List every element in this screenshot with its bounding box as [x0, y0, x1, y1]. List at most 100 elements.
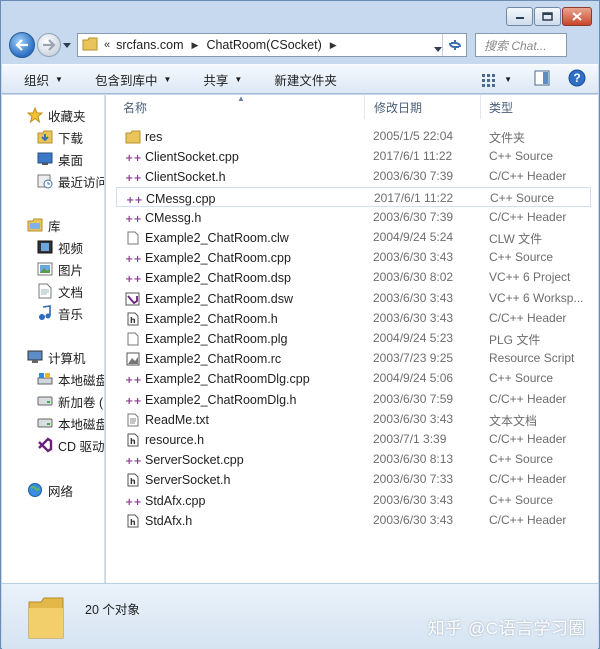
file-name: ServerSocket.cpp: [145, 453, 244, 468]
include-in-library-label: 包含到库中: [94, 73, 158, 88]
file-name-cell: ++ CMessg.h: [125, 210, 201, 226]
column-divider[interactable]: [480, 95, 481, 119]
preview-pane-button[interactable]: [534, 70, 550, 89]
file-row[interactable]: h StdAfx.h 2003/6/30 3:43 C/C++ Header: [116, 510, 591, 530]
svg-text:++: ++: [125, 396, 141, 407]
cpp-file-icon: ++: [125, 210, 141, 226]
file-row[interactable]: h ServerSocket.h 2003/6/30 7:33 C/C++ Heade…: [116, 469, 591, 489]
maximize-button[interactable]: [534, 7, 561, 26]
file-name-cell: ++ Example2_ChatRoom.cpp: [125, 250, 291, 266]
nav-recent[interactable]: 最近访问: [36, 171, 105, 191]
file-row[interactable]: Example2_ChatRoom.plg 2004/9/24 5:23 PLG 文…: [116, 328, 591, 348]
file-type: 文件夹: [489, 131, 526, 145]
file-date: 2004/9/24 5:06: [373, 371, 454, 386]
nav-downloads[interactable]: 下载: [36, 127, 83, 147]
file-row[interactable]: h resource.h 2003/7/1 3:39 C/C++ Header: [116, 429, 591, 449]
nav-pictures[interactable]: 图片: [36, 259, 83, 279]
svg-text:++: ++: [125, 456, 141, 467]
file-row[interactable]: ReadMe.txt 2003/6/30 3:43 文本文档: [116, 409, 591, 429]
header-file-icon: h: [125, 472, 141, 488]
share-menu[interactable]: 共享 ▼: [203, 70, 242, 89]
breadcrumb-item[interactable]: ChatRoom(CSocket): [206, 38, 321, 52]
nav-local-disk-e[interactable]: 本地磁盘: [36, 413, 104, 433]
breadcrumb-item[interactable]: srcfans.com: [116, 38, 183, 52]
svg-text:++: ++: [126, 195, 142, 206]
search-input[interactable]: 搜索 Chat...: [475, 33, 567, 57]
file-name: Example2_ChatRoom.plg: [145, 332, 288, 346]
breadcrumb-overflow[interactable]: «: [104, 39, 110, 51]
address-bar[interactable]: « srcfans.com ▶ ChatRoom(CSocket) ▶: [77, 33, 467, 57]
nav-documents-label: 文档: [58, 285, 84, 300]
include-in-library-menu[interactable]: 包含到库中 ▼: [95, 70, 171, 89]
svg-text:++: ++: [125, 254, 141, 265]
refresh-button[interactable]: [442, 34, 466, 56]
file-row[interactable]: ++ ClientSocket.cpp 2017/6/1 11:22 C++ Sour…: [116, 146, 591, 166]
maximize-icon: [542, 12, 553, 21]
nav-libraries[interactable]: 库: [26, 215, 61, 235]
file-type: 文本文档: [489, 413, 538, 428]
organize-menu[interactable]: 组织 ▼: [24, 70, 63, 89]
file-name: Example2_ChatRoom.h: [145, 311, 278, 326]
svg-text:++: ++: [125, 375, 141, 386]
file-row[interactable]: Example2_ChatRoom.rc 2003/7/23 9:25 Resour…: [116, 348, 591, 368]
file-date: 2005/1/5 22:04: [373, 129, 454, 143]
file-row[interactable]: ++ ClientSocket.h 2003/6/30 7:39 C/C++ Head…: [116, 166, 591, 186]
column-header-date[interactable]: 修改日期: [374, 99, 422, 116]
file-name: Example2_ChatRoomDlg.h: [145, 392, 297, 407]
nav-desktop[interactable]: 桌面: [36, 149, 83, 169]
file-row[interactable]: ++ Example2_ChatRoom.cpp 2003/6/30 3:43 C++…: [116, 247, 591, 267]
file-name: ClientSocket.h: [145, 170, 226, 185]
nav-computer[interactable]: 计算机: [26, 347, 86, 367]
view-options-button[interactable]: ▼: [482, 73, 512, 87]
drive-icon: [36, 393, 54, 409]
file-type: CLW 文件: [489, 232, 543, 246]
nav-videos[interactable]: 视频: [36, 237, 83, 257]
minimize-button[interactable]: [506, 7, 533, 26]
nav-network[interactable]: 网络: [26, 480, 73, 500]
file-name-cell: ++ ClientSocket.h: [125, 169, 226, 185]
nav-cd-drive[interactable]: CD 驱动器: [36, 435, 104, 455]
close-button[interactable]: [562, 7, 592, 26]
column-header-name[interactable]: 名称: [123, 99, 147, 116]
breadcrumb-arrow-icon[interactable]: ▶: [330, 40, 337, 51]
file-type: C++ Source: [489, 149, 554, 164]
nav-documents[interactable]: 文档: [36, 281, 83, 301]
file-row[interactable]: Example2_ChatRoom.clw 2004/9/24 5:24 CLW 文…: [116, 227, 591, 247]
music-library-icon: [36, 305, 54, 321]
file-row[interactable]: res 2005/1/5 22:04 文件夹: [116, 126, 591, 146]
nav-recent-label: 最近访问: [58, 175, 105, 190]
nav-music[interactable]: 音乐: [36, 303, 83, 323]
video-library-icon: [36, 239, 54, 255]
downloads-folder-icon: [36, 129, 54, 145]
file-row[interactable]: h Example2_ChatRoom.h 2003/6/30 3:43 C/C++ …: [116, 308, 591, 328]
file-name-cell: Example2_ChatRoom.plg: [125, 331, 287, 347]
breadcrumb-arrow-icon[interactable]: ▶: [192, 40, 199, 51]
file-row[interactable]: ++ Example2_ChatRoomDlg.h 2003/6/30 7:59 C/…: [116, 389, 591, 409]
file-row[interactable]: ++ ServerSocket.cpp 2003/6/30 8:13 C++ Sour…: [116, 449, 591, 469]
help-button[interactable]: ?: [568, 69, 586, 90]
address-dropdown[interactable]: [434, 41, 442, 55]
header-file-icon: h: [125, 513, 141, 529]
forward-button[interactable]: [37, 33, 61, 57]
file-row[interactable]: ++ CMessg.h 2003/6/30 7:39 C/C++ Header: [116, 207, 591, 227]
file-name: Example2_ChatRoom.clw: [145, 231, 289, 245]
nav-local-disk-c[interactable]: 本地磁盘: [36, 369, 104, 389]
chevron-down-icon: [63, 42, 71, 48]
file-name: res: [145, 130, 163, 144]
file-type: Resource Script: [489, 351, 575, 366]
file-row[interactable]: ++ CMessg.cpp 2017/6/1 11:22 C++ Source: [116, 186, 591, 207]
nav-music-label: 音乐: [58, 307, 84, 322]
file-row[interactable]: ++ Example2_ChatRoomDlg.cpp 2004/9/24 5:06…: [116, 368, 591, 388]
new-folder-button[interactable]: 新建文件夹: [274, 70, 337, 89]
nav-favorites[interactable]: 收藏夹: [26, 105, 86, 125]
file-row[interactable]: ++ Example2_ChatRoom.dsp 2003/6/30 8:02 VC+…: [116, 267, 591, 287]
column-header-type[interactable]: 类型: [489, 99, 513, 116]
column-divider[interactable]: [364, 95, 365, 119]
nav-new-volume-d[interactable]: 新加卷 (D: [36, 391, 104, 411]
file-row[interactable]: ++ StdAfx.cpp 2003/6/30 3:43 C++ Source: [116, 490, 591, 510]
header-file-icon: h: [125, 432, 141, 448]
nav-pictures-label: 图片: [58, 263, 84, 278]
file-row[interactable]: Example2_ChatRoom.dsw 2003/6/30 3:43 VC++ …: [116, 288, 591, 308]
recent-pages-dropdown[interactable]: [61, 33, 73, 57]
back-button[interactable]: [9, 32, 35, 58]
